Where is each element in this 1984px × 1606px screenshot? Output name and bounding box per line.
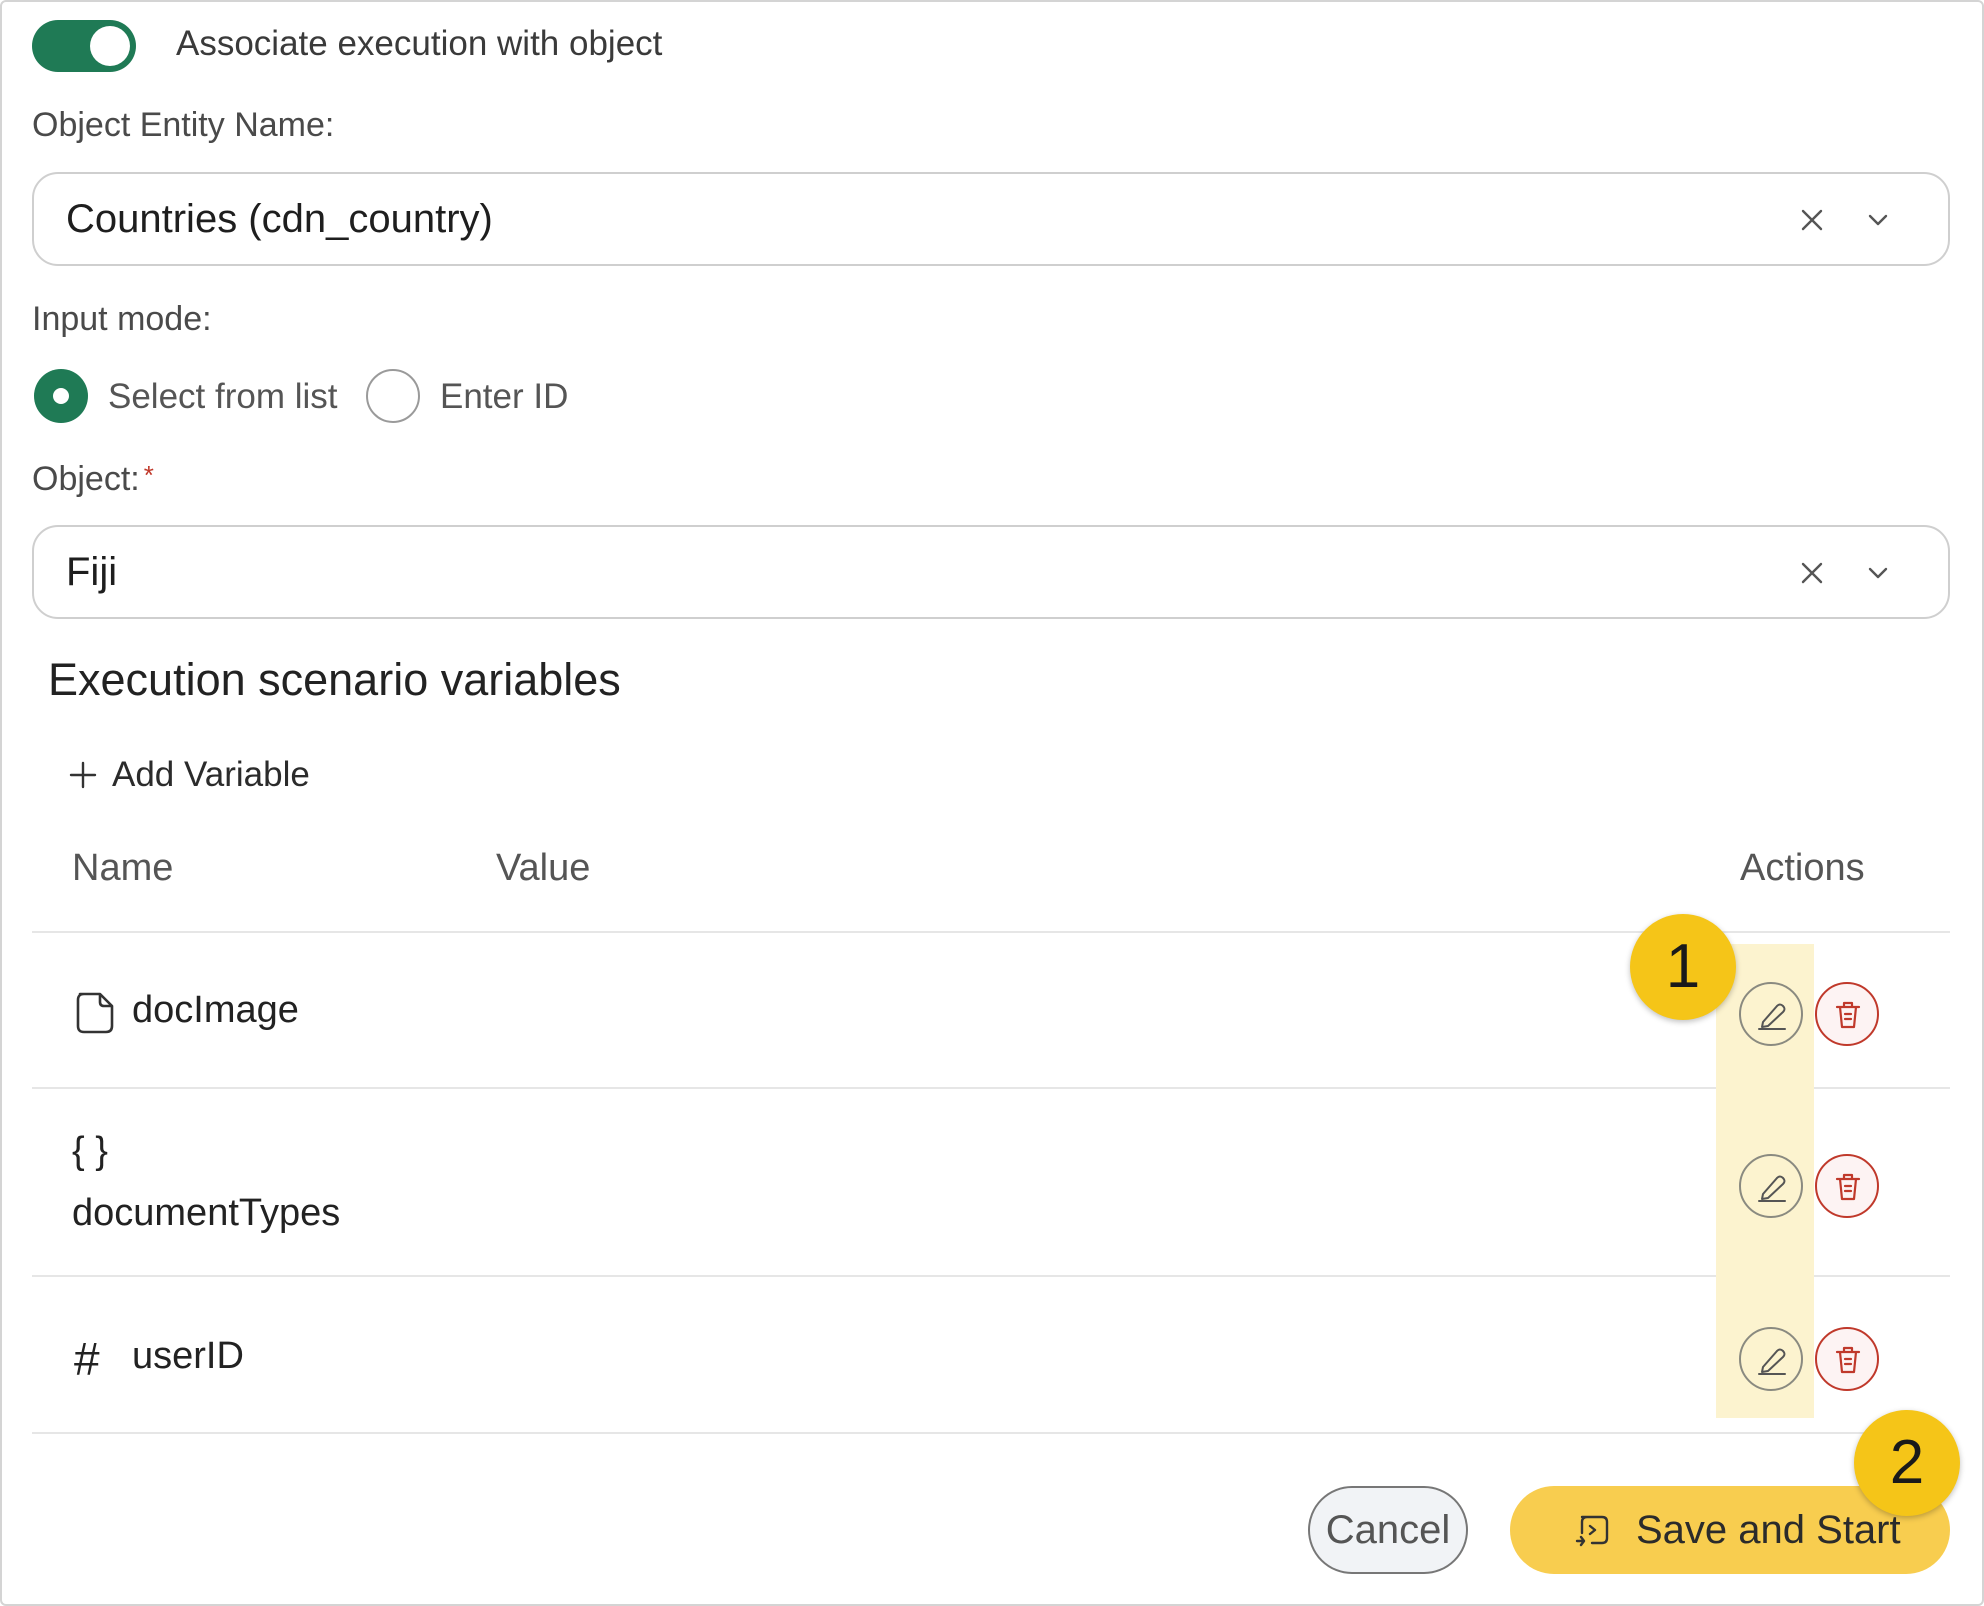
chevron-down-icon[interactable] bbox=[1860, 202, 1896, 238]
add-variable-button[interactable]: Add Variable bbox=[68, 750, 310, 800]
plus-icon bbox=[69, 761, 97, 789]
entity-field-label: Object Entity Name: bbox=[32, 106, 335, 144]
column-header-actions: Actions bbox=[1740, 847, 1865, 889]
radio-enter-id[interactable] bbox=[366, 369, 420, 423]
callout-badge-2: 2 bbox=[1854, 1410, 1960, 1516]
row-divider bbox=[32, 1275, 1950, 1277]
trash-icon bbox=[1835, 1346, 1861, 1374]
hash-icon: # bbox=[74, 1333, 100, 1385]
trash-icon bbox=[1835, 1173, 1861, 1201]
radio-select-from-list-label[interactable]: Select from list bbox=[108, 377, 338, 417]
trash-icon bbox=[1835, 1001, 1861, 1029]
entity-select-value: Countries (cdn_country) bbox=[66, 197, 493, 241]
object-select[interactable]: Fiji bbox=[32, 525, 1950, 619]
column-header-value: Value bbox=[496, 847, 591, 889]
add-variable-label: Add Variable bbox=[112, 755, 310, 794]
radio-dot bbox=[53, 388, 69, 404]
variables-section-title: Execution scenario variables bbox=[48, 654, 621, 705]
radio-enter-id-label[interactable]: Enter ID bbox=[440, 377, 568, 417]
variable-name-documenttypes: documentTypes bbox=[72, 1192, 341, 1234]
row-divider bbox=[32, 1087, 1950, 1089]
required-mark: * bbox=[143, 460, 154, 490]
clear-icon[interactable] bbox=[1794, 555, 1830, 591]
edit-variable-button[interactable] bbox=[1739, 1154, 1803, 1218]
variable-name-userid: userID bbox=[132, 1335, 244, 1377]
callout-badge-1: 1 bbox=[1630, 914, 1736, 1020]
edit-variable-button[interactable] bbox=[1739, 1327, 1803, 1391]
radio-select-from-list[interactable] bbox=[34, 369, 88, 423]
delete-variable-button[interactable] bbox=[1815, 1327, 1879, 1391]
braces-icon: { } bbox=[72, 1130, 108, 1172]
chevron-down-icon[interactable] bbox=[1860, 555, 1896, 591]
input-mode-label: Input mode: bbox=[32, 300, 212, 338]
dialog-panel: Associate execution with object Object E… bbox=[0, 0, 1984, 1606]
pencil-icon bbox=[1758, 1348, 1786, 1375]
variable-name-docimage: docImage bbox=[132, 989, 299, 1031]
row-divider bbox=[32, 1432, 1950, 1434]
edit-variable-button[interactable] bbox=[1739, 982, 1803, 1046]
pencil-icon bbox=[1758, 1175, 1786, 1202]
cancel-button[interactable]: Cancel bbox=[1308, 1486, 1468, 1574]
associate-toggle-label: Associate execution with object bbox=[176, 24, 663, 63]
delete-variable-button[interactable] bbox=[1815, 982, 1879, 1046]
pencil-icon bbox=[1758, 1003, 1786, 1030]
toggle-knob bbox=[90, 26, 130, 66]
save-and-start-label: Save and Start bbox=[1636, 1507, 1901, 1552]
clear-icon[interactable] bbox=[1794, 202, 1830, 238]
file-icon bbox=[76, 992, 114, 1034]
associate-toggle[interactable] bbox=[32, 20, 136, 72]
delete-variable-button[interactable] bbox=[1815, 1154, 1879, 1218]
object-field-label: Object: * bbox=[32, 460, 154, 499]
column-header-name: Name bbox=[72, 847, 174, 889]
object-select-value: Fiji bbox=[66, 550, 118, 594]
entity-select[interactable]: Countries (cdn_country) bbox=[32, 172, 1950, 266]
object-label-text: Object: bbox=[32, 460, 140, 498]
run-icon bbox=[1575, 1515, 1609, 1547]
